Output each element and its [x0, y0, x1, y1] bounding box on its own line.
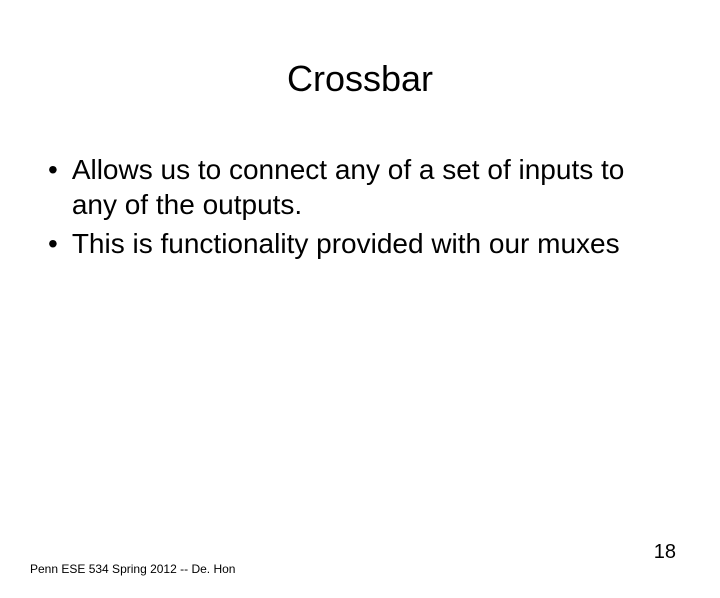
bullet-icon: •	[48, 226, 58, 262]
footer-source: Penn ESE 534 Spring 2012 -- De. Hon	[30, 562, 235, 576]
bullet-text: Allows us to connect any of a set of inp…	[72, 152, 660, 222]
list-item: • Allows us to connect any of a set of i…	[48, 152, 660, 222]
bullet-text: This is functionality provided with our …	[72, 226, 620, 261]
page-number: 18	[654, 541, 676, 564]
slide-content: • Allows us to connect any of a set of i…	[0, 152, 720, 262]
list-item: • This is functionality provided with ou…	[48, 226, 660, 262]
slide-title: Crossbar	[0, 58, 720, 100]
bullet-icon: •	[48, 152, 58, 188]
slide: Crossbar • Allows us to connect any of a…	[0, 58, 720, 598]
